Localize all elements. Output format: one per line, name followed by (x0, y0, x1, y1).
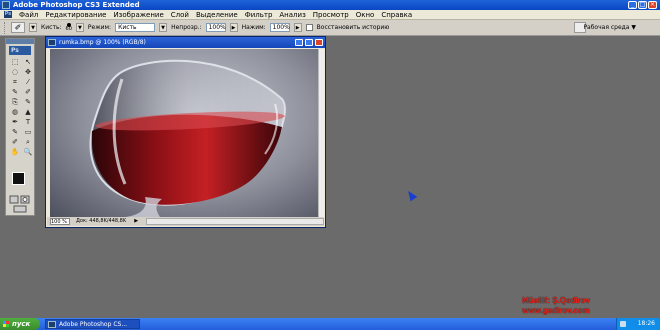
window-title: Adobe Photoshop CS3 Extended (13, 1, 140, 9)
document-icon (48, 39, 56, 46)
taskbar: пуск Adobe Photoshop CS... 18:26 (0, 318, 660, 330)
ps-menu-icon[interactable]: Ps (4, 11, 12, 18)
options-bar: ✐ ▼ Кисть: 60 ▼ Режим: Кисть ▼ Непрозр.:… (0, 20, 660, 36)
horizontal-scrollbar[interactable] (146, 218, 324, 225)
start-button[interactable]: пуск (0, 318, 40, 330)
zoom-field[interactable]: 100 % (50, 218, 70, 225)
menu-window[interactable]: Окно (356, 10, 375, 20)
quick-mask-icon[interactable] (6, 194, 34, 214)
system-tray: 18:26 (616, 318, 660, 330)
menu-view[interactable]: Просмотр (313, 10, 349, 20)
options-grip[interactable] (4, 21, 7, 34)
brush-dropdown[interactable]: ▼ (75, 23, 84, 32)
document-window: rumka.bmp @ 100% (RGB/8) 100 % Док: 448,… (45, 36, 326, 228)
menu-filter[interactable]: Фильтр (245, 10, 273, 20)
doc-close-button[interactable] (315, 39, 323, 46)
watermark-author: Müəllif: Ş.Qədirov (522, 296, 591, 305)
menu-layer[interactable]: Слой (171, 10, 189, 20)
tool-preset-dropdown[interactable]: ▼ (29, 23, 37, 32)
tool-grid: ⬚ ↖ ◌ ✥ ⌗ ⁄ ✎ ✐ ⎘ ✎ ◍ ▲ ✒ T ✎ ▭ ✐ ⌕ ✋ 🔍 (6, 57, 34, 158)
history-label: Восстановить историю (316, 24, 390, 31)
opacity-label: Непрозр.: (171, 24, 202, 31)
tray-icon[interactable] (620, 321, 626, 327)
history-brush-tool-icon[interactable]: ✎ (22, 98, 34, 107)
status-menu-arrow[interactable]: ▶ (132, 217, 140, 226)
mode-dropdown[interactable]: ▼ (159, 23, 168, 32)
toolbox: Ps ⬚ ↖ ◌ ✥ ⌗ ⁄ ✎ ✐ ⎘ ✎ ◍ ▲ ✒ T ✎ ▭ ✐ ⌕ ✋… (5, 38, 35, 216)
magic-wand-tool-icon[interactable]: ✥ (22, 68, 34, 77)
eraser-tool-icon-box[interactable]: ◍ (9, 108, 21, 117)
notes-tool-icon[interactable]: ✐ (9, 138, 21, 147)
opacity-input[interactable]: 100% (205, 23, 226, 32)
close-button[interactable]: × (648, 1, 657, 9)
brush-tool-icon[interactable]: ✐ (22, 88, 34, 97)
windows-flag-icon (3, 321, 9, 327)
flow-input[interactable]: 100% (269, 23, 290, 32)
flow-dropdown[interactable]: ▶ (293, 23, 302, 32)
taskbar-item-photoshop[interactable]: Adobe Photoshop CS... (45, 319, 140, 329)
doc-minimize-button[interactable] (295, 39, 303, 46)
pen-tool-icon[interactable]: ✎ (9, 128, 21, 137)
menu-analysis[interactable]: Анализ (279, 10, 305, 20)
document-title-bar[interactable]: rumka.bmp @ 100% (RGB/8) (46, 37, 325, 48)
wine-glass-image (89, 59, 286, 217)
flow-label: Нажим: (241, 24, 266, 31)
menu-help[interactable]: Справка (381, 10, 412, 20)
toolbox-footer (6, 194, 34, 216)
mode-select[interactable]: Кисть (115, 23, 156, 32)
brush-label: Кисть: (41, 24, 62, 31)
photoshop-icon (2, 1, 10, 9)
doc-info: Док: 448,8K/448,8K (76, 218, 127, 224)
eyedropper-tool-icon[interactable]: ⌕ (22, 138, 34, 147)
start-label: пуск (12, 320, 31, 328)
watermark-site: www.gadirov.com (522, 306, 590, 315)
history-checkbox[interactable] (305, 24, 313, 31)
gradient-tool-icon[interactable]: ▲ (22, 108, 34, 117)
hand-tool-icon[interactable]: ✋ (9, 148, 21, 157)
brush-size-value: 60 (65, 26, 72, 32)
vertical-scrollbar[interactable] (318, 49, 324, 217)
brush-size-picker[interactable]: 60 (66, 23, 72, 32)
move-tool-icon[interactable]: ↖ (22, 58, 34, 67)
menu-edit[interactable]: Редактирование (45, 10, 106, 20)
healing-brush-tool-icon[interactable]: ✎ (9, 88, 21, 97)
title-bar: Adobe Photoshop CS3 Extended _ □ × (0, 0, 660, 10)
menu-image[interactable]: Изображение (113, 10, 163, 20)
clock: 18:26 (637, 320, 655, 327)
photoshop-task-icon (48, 321, 56, 328)
document-title: rumka.bmp @ 100% (RGB/8) (59, 39, 146, 46)
mode-label: Режим: (87, 24, 112, 31)
slice-tool-icon[interactable]: ⁄ (22, 78, 34, 87)
ps-logo: Ps (9, 46, 31, 55)
opacity-dropdown[interactable]: ▶ (229, 23, 238, 32)
marquee-tool-icon[interactable]: ⬚ (9, 58, 21, 67)
menu-file[interactable]: Файл (19, 10, 38, 20)
shape-tool-icon[interactable]: ▭ (22, 128, 34, 137)
document-canvas[interactable] (50, 49, 319, 217)
toolbox-header[interactable] (6, 39, 34, 44)
foreground-color-swatch[interactable] (12, 172, 25, 185)
author-watermark: Müəllif: Ş.Qədirov www.gadirov.com (522, 296, 590, 316)
eraser-tool-icon[interactable]: ✐ (11, 22, 25, 33)
doc-maximize-button[interactable] (305, 39, 313, 46)
maximize-button[interactable]: □ (638, 1, 647, 9)
workspace-button[interactable]: Рабочая среда ▼ (583, 22, 636, 33)
clone-stamp-tool-icon[interactable]: ⎘ (9, 98, 21, 107)
type-tool-icon[interactable]: T (22, 118, 34, 127)
lasso-tool-icon[interactable]: ◌ (9, 68, 21, 77)
menu-bar: Ps Файл Редактирование Изображение Слой … (0, 10, 660, 20)
zoom-tool-icon[interactable]: 🔍 (22, 148, 34, 157)
taskbar-item-label: Adobe Photoshop CS... (59, 321, 128, 328)
crop-tool-icon[interactable]: ⌗ (9, 78, 21, 87)
document-status-bar: 100 % Док: 448,8K/448,8K ▶ (47, 217, 324, 226)
minimize-button[interactable]: _ (628, 1, 637, 9)
mouse-cursor-icon (404, 188, 418, 202)
blur-tool-icon[interactable]: ✒ (9, 118, 21, 127)
menu-select[interactable]: Выделение (196, 10, 238, 20)
